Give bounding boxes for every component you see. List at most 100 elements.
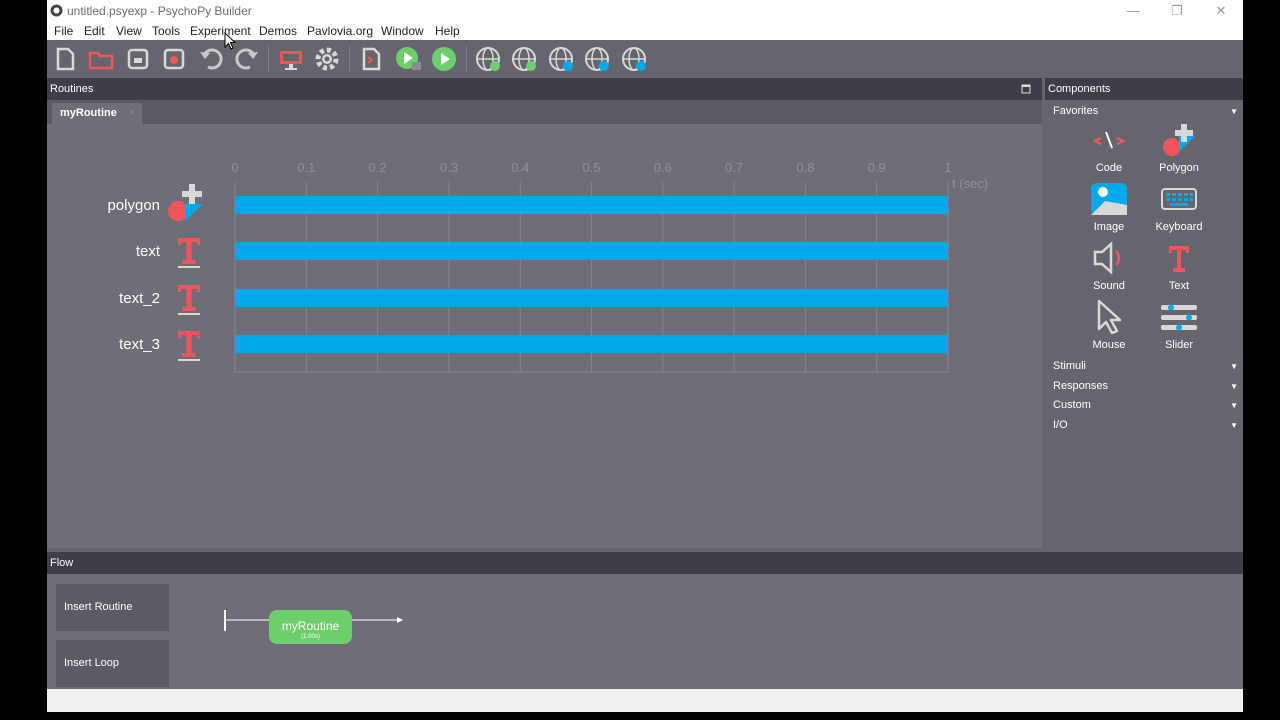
chevron-down-icon[interactable]: ▼ — [1230, 421, 1238, 430]
routines-panel-header: Routines — [47, 78, 1042, 100]
component-name-text[interactable]: text — [136, 243, 161, 260]
polygon-icon — [1163, 124, 1195, 156]
flow-routine-name: myRoutine — [281, 619, 340, 633]
category-stimuli[interactable]: Stimuli — [1053, 360, 1086, 372]
psychopy-builder-window: untitled.psyexp - PsychoPy Builder — ❐ ✕… — [47, 0, 1243, 712]
time-tick-label: 0 — [231, 160, 238, 175]
mouse-cursor-icon — [224, 32, 237, 50]
chevron-down-icon[interactable]: ▼ — [1230, 401, 1238, 410]
component-keyboard[interactable]: Keyboard — [1144, 181, 1214, 239]
category-responses[interactable]: Responses — [1053, 380, 1108, 392]
maximize-pane-icon[interactable] — [1021, 84, 1031, 94]
flow-header-label: Flow — [50, 557, 74, 569]
routine-timeline: 0 0.1 0.2 0.3 0.4 0.5 0.6 0.7 0.8 0.9 1 t (sec) po… — [107, 160, 988, 373]
toolbar-separator — [268, 46, 269, 72]
text-icon[interactable] — [178, 238, 200, 268]
text-icon — [1169, 246, 1189, 272]
status-bar — [47, 689, 1243, 712]
menu-help[interactable]: Help — [435, 24, 460, 38]
text-icon[interactable] — [178, 331, 200, 361]
category-custom[interactable]: Custom — [1053, 399, 1091, 411]
component-label: Keyboard — [1155, 221, 1203, 233]
menu-tools[interactable]: Tools — [152, 24, 180, 38]
save-icon[interactable] — [124, 45, 152, 73]
tab-label: myRoutine — [60, 107, 117, 119]
menu-demos[interactable]: Demos — [259, 24, 297, 38]
chevron-down-icon[interactable]: ▼ — [1230, 382, 1238, 391]
category-io[interactable]: I/O — [1053, 419, 1068, 431]
component-text[interactable]: Text — [1144, 240, 1214, 298]
flow-panel: Insert Routine Insert Loop myRoutine (1.… — [47, 574, 1243, 689]
run-experiment-icon[interactable] — [430, 45, 458, 73]
psychopy-logo-icon — [50, 4, 63, 17]
flow-routine-myroutine[interactable]: myRoutine (1.00s) — [269, 610, 352, 644]
routine-canvas: 0 0.1 0.2 0.3 0.4 0.5 0.6 0.7 0.8 0.9 1 t (sec) po… — [47, 124, 1042, 548]
sound-icon — [1093, 241, 1121, 275]
menu-experiment[interactable]: Experiment — [190, 24, 251, 38]
save-as-icon[interactable] — [160, 45, 188, 73]
time-tick-label: 0.7 — [725, 160, 743, 175]
undo-icon[interactable] — [197, 45, 225, 73]
component-name-text_2[interactable]: text_2 — [119, 290, 160, 307]
component-polygon[interactable]: Polygon — [1144, 122, 1214, 180]
run-with-runner-icon[interactable] — [394, 45, 422, 73]
component-label: Slider — [1164, 339, 1194, 351]
time-tick-label: 0.4 — [511, 160, 529, 175]
restore-button[interactable]: ❐ — [1155, 0, 1199, 22]
polygon-icon[interactable] — [168, 184, 203, 221]
component-name-polygon[interactable]: polygon — [107, 197, 160, 214]
time-tick-label: 0.5 — [582, 160, 600, 175]
window-title: untitled.psyexp - PsychoPy Builder — [67, 4, 252, 18]
pavlovia-run-globe-icon[interactable] — [474, 45, 502, 73]
mouse-icon — [1097, 299, 1122, 335]
component-timing-bar-polygon[interactable] — [235, 196, 948, 214]
time-tick-label: 0.2 — [369, 160, 387, 175]
component-slider[interactable]: Slider — [1144, 299, 1214, 357]
keyboard-icon — [1161, 188, 1197, 210]
component-code[interactable]: Code — [1074, 122, 1144, 180]
components-panel-header: Components — [1045, 78, 1243, 100]
menu-edit[interactable]: Edit — [84, 24, 105, 38]
time-tick-label: 0.1 — [297, 160, 315, 175]
minimize-button[interactable]: — — [1111, 0, 1155, 22]
insert-loop-button[interactable]: Insert Loop — [56, 640, 169, 687]
monitor-center-icon[interactable] — [277, 45, 305, 73]
menu-file[interactable]: File — [54, 24, 73, 38]
category-favorites[interactable]: Favorites — [1053, 105, 1098, 117]
component-name-text_3[interactable]: text_3 — [119, 336, 160, 353]
flow-routine-duration: (1.00s) — [301, 634, 320, 640]
pavlovia-sync-globe-icon[interactable] — [510, 45, 538, 73]
component-label: Sound — [1093, 280, 1125, 292]
experiment-settings-gear-icon[interactable] — [313, 45, 341, 73]
pavlovia-user-globe-icon[interactable] — [583, 45, 611, 73]
time-tick-label: 0.9 — [868, 160, 886, 175]
time-unit-label: t (sec) — [952, 176, 988, 191]
menu-window[interactable]: Window — [381, 24, 424, 38]
time-tick-label: 0.3 — [440, 160, 458, 175]
insert-routine-button[interactable]: Insert Routine — [56, 584, 169, 631]
compile-script-icon[interactable] — [357, 45, 385, 73]
text-icon[interactable] — [178, 285, 200, 315]
component-label: Text — [1168, 280, 1190, 292]
component-sound[interactable]: Sound — [1074, 240, 1144, 298]
close-window-button[interactable]: ✕ — [1199, 0, 1243, 22]
chevron-down-icon[interactable]: ▼ — [1230, 107, 1238, 116]
pavlovia-info-globe-icon[interactable] — [620, 45, 648, 73]
new-file-icon[interactable] — [51, 45, 79, 73]
component-image[interactable]: Image — [1074, 181, 1144, 239]
open-folder-icon[interactable] — [87, 45, 115, 73]
component-label: Polygon — [1159, 162, 1199, 174]
chevron-down-icon[interactable]: ▼ — [1230, 362, 1238, 371]
menu-view[interactable]: View — [116, 24, 142, 38]
component-timing-bar-text_3[interactable] — [235, 335, 948, 353]
menu-pavlovia[interactable]: Pavlovia.org — [307, 24, 373, 38]
title-bar: untitled.psyexp - PsychoPy Builder — ❐ ✕ — [47, 0, 1243, 22]
time-tick-label: 0.6 — [654, 160, 672, 175]
tab-myroutine[interactable]: myRoutine × — [52, 103, 142, 124]
tab-close-icon[interactable]: × — [129, 107, 135, 118]
pavlovia-search-globe-icon[interactable] — [547, 45, 575, 73]
toolbar-separator — [349, 46, 350, 72]
component-timing-bar-text[interactable] — [235, 242, 948, 260]
component-timing-bar-text_2[interactable] — [235, 289, 948, 307]
component-mouse[interactable]: Mouse — [1074, 299, 1144, 357]
